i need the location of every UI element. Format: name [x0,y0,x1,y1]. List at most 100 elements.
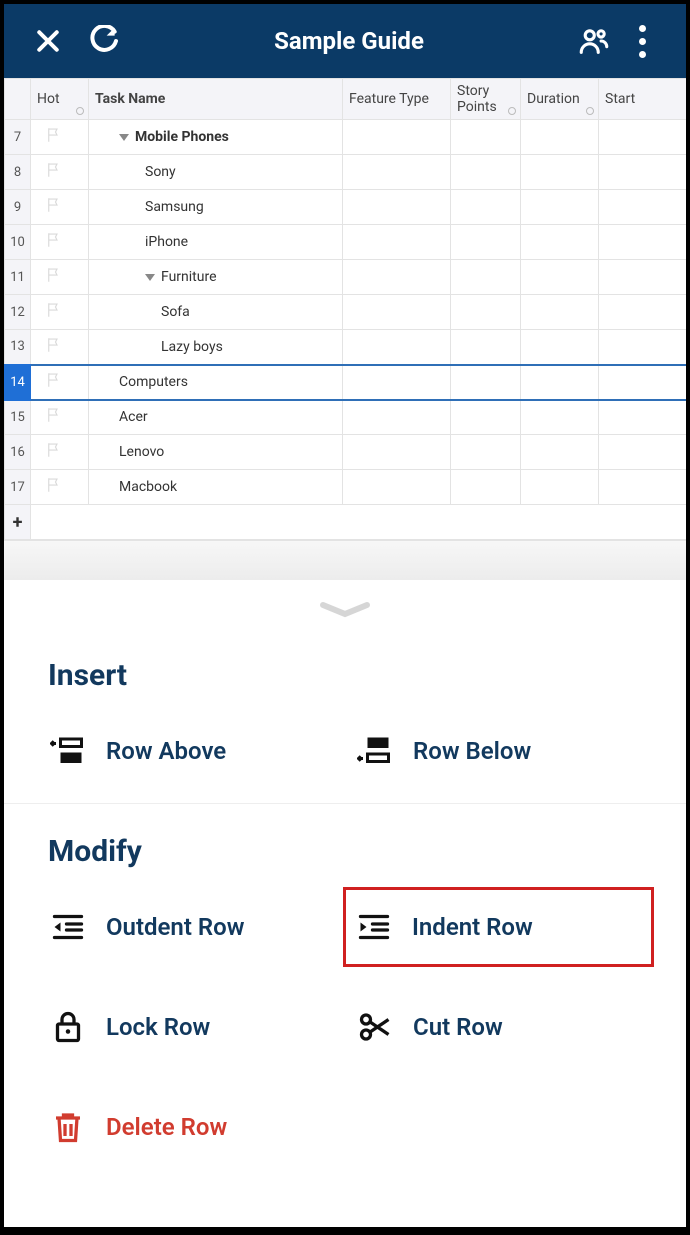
task-cell[interactable]: Macbook [89,470,343,505]
story-cell[interactable] [451,330,521,365]
start-cell[interactable] [599,435,687,470]
story-cell[interactable] [451,400,521,435]
column-header-hot[interactable]: Hot [31,79,89,120]
feature-cell[interactable] [343,155,451,190]
refresh-button[interactable] [80,17,128,65]
feature-cell[interactable] [343,295,451,330]
task-cell[interactable]: Lenovo [89,435,343,470]
duration-cell[interactable] [521,330,599,365]
hot-cell[interactable] [31,470,89,505]
row-number[interactable]: 11 [5,260,31,295]
start-cell[interactable] [599,155,687,190]
start-cell[interactable] [599,365,687,400]
add-row[interactable]: + [5,505,687,540]
more-button[interactable] [618,17,666,65]
start-cell[interactable] [599,260,687,295]
sheet-drag-handle[interactable] [4,580,686,640]
duration-cell[interactable] [521,470,599,505]
story-cell[interactable] [451,365,521,400]
feature-cell[interactable] [343,365,451,400]
close-button[interactable] [24,17,72,65]
hot-cell[interactable] [31,225,89,260]
task-cell[interactable]: Sony [89,155,343,190]
feature-cell[interactable] [343,330,451,365]
start-cell[interactable] [599,190,687,225]
start-cell[interactable] [599,225,687,260]
row-number[interactable]: 7 [5,120,31,155]
table-row[interactable]: 9 Samsung [5,190,687,225]
table-row[interactable]: 12 Sofa [5,295,687,330]
feature-cell[interactable] [343,190,451,225]
row-number[interactable]: 8 [5,155,31,190]
start-cell[interactable] [599,120,687,155]
row-number[interactable]: 15 [5,400,31,435]
task-cell[interactable]: Computers [89,365,343,400]
feature-cell[interactable] [343,400,451,435]
task-cell[interactable]: Sofa [89,295,343,330]
row-number[interactable]: 12 [5,295,31,330]
row-number[interactable]: 10 [5,225,31,260]
column-header-start[interactable]: Start [599,79,687,120]
table-row[interactable]: 16Lenovo [5,435,687,470]
row-number[interactable]: 17 [5,470,31,505]
lock-row-button[interactable]: Lock Row [48,1005,335,1049]
task-cell[interactable]: Samsung [89,190,343,225]
table-row[interactable]: 7 Mobile Phones [5,120,687,155]
table-row[interactable]: 11 Furniture [5,260,687,295]
task-cell[interactable]: Mobile Phones [89,120,343,155]
add-row-button[interactable]: + [5,505,31,540]
hot-cell[interactable] [31,190,89,225]
duration-cell[interactable] [521,155,599,190]
feature-cell[interactable] [343,225,451,260]
feature-cell[interactable] [343,120,451,155]
task-cell[interactable]: iPhone [89,225,343,260]
duration-cell[interactable] [521,225,599,260]
story-cell[interactable] [451,155,521,190]
story-cell[interactable] [451,470,521,505]
start-cell[interactable] [599,330,687,365]
start-cell[interactable] [599,400,687,435]
hot-cell[interactable] [31,260,89,295]
story-cell[interactable] [451,435,521,470]
column-header-task[interactable]: Task Name [89,79,343,120]
cut-row-button[interactable]: Cut Row [355,1005,642,1049]
row-number[interactable]: 13 [5,330,31,365]
feature-cell[interactable] [343,470,451,505]
outdent-row-button[interactable]: Outdent Row [48,905,335,949]
caret-down-icon[interactable] [145,274,155,281]
story-cell[interactable] [451,260,521,295]
table-row[interactable]: 8 Sony [5,155,687,190]
hot-cell[interactable] [31,400,89,435]
task-cell[interactable]: Lazy boys [89,330,343,365]
duration-cell[interactable] [521,295,599,330]
column-header-duration[interactable]: Duration [521,79,599,120]
duration-cell[interactable] [521,435,599,470]
table-row[interactable]: 13 Lazy boys [5,330,687,365]
story-cell[interactable] [451,120,521,155]
table-row[interactable]: 17 Macbook [5,470,687,505]
hot-cell[interactable] [31,155,89,190]
table-row[interactable]: 10 iPhone [5,225,687,260]
caret-down-icon[interactable] [119,134,129,141]
start-cell[interactable] [599,470,687,505]
story-cell[interactable] [451,295,521,330]
task-cell[interactable]: Acer [89,400,343,435]
row-above-button[interactable]: Row Above [48,729,335,773]
duration-cell[interactable] [521,400,599,435]
table-row[interactable]: 14 Computers [5,365,687,400]
duration-cell[interactable] [521,365,599,400]
row-number[interactable]: 9 [5,190,31,225]
task-cell[interactable]: Furniture [89,260,343,295]
column-header-story[interactable]: Story Points [451,79,521,120]
hot-cell[interactable] [31,330,89,365]
row-number[interactable]: 14 [5,365,31,400]
table-row[interactable]: 15 Acer [5,400,687,435]
duration-cell[interactable] [521,260,599,295]
share-button[interactable] [570,17,618,65]
hot-cell[interactable] [31,120,89,155]
hot-cell[interactable] [31,365,89,400]
start-cell[interactable] [599,295,687,330]
row-below-button[interactable]: Row Below [355,729,642,773]
feature-cell[interactable] [343,435,451,470]
story-cell[interactable] [451,225,521,260]
